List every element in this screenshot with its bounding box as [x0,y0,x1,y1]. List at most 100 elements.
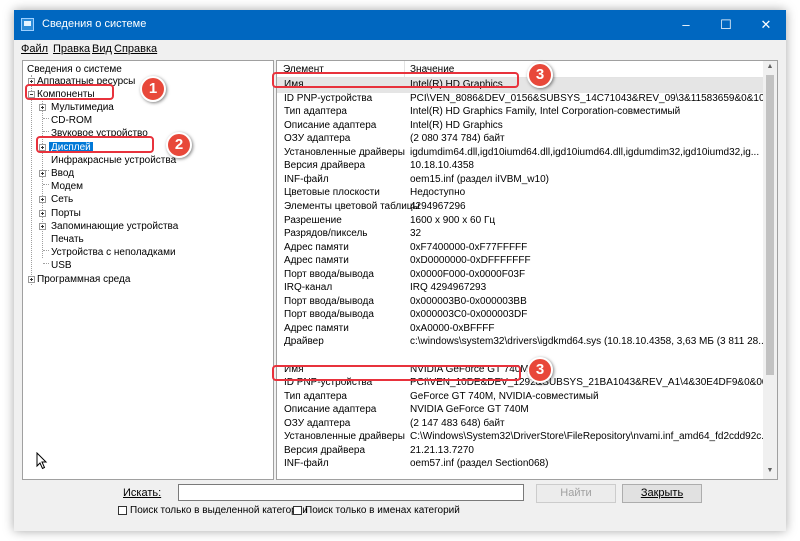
tree-item-ports[interactable]: Порты [51,208,81,219]
system-info-window: Сведения о системе – ☐ ✕ Файл Правка Вид… [14,10,786,531]
expand-icon[interactable] [39,210,46,217]
scroll-down-icon[interactable]: ▼ [763,467,777,474]
row-value-cell: 0xD0000000-0xDFFFFFFF [410,255,531,267]
row-element-cell: Версия драйвера [284,444,366,456]
expand-icon[interactable] [28,78,35,85]
maximize-button[interactable]: ☐ [706,10,746,40]
vertical-scrollbar[interactable]: ▲ ▼ [763,61,777,479]
row-value-cell: NVIDIA GeForce GT 740M [410,404,529,416]
table-row[interactable]: INF-файл oem57.inf (раздел Section068) [277,457,767,472]
tree-item-network[interactable]: Сеть [51,194,73,205]
menu-edit[interactable]: Правка [53,43,90,55]
row-element-cell: Версия драйвера [284,160,366,172]
row-element-cell: Имя [284,79,304,90]
search-input[interactable] [178,484,524,501]
find-button[interactable]: Найти [536,484,616,503]
only-names-checkbox[interactable] [293,506,302,515]
row-value-cell: PCI\VEN_10DE&DEV_1292&SUBSYS_21BA1043&RE… [410,377,778,389]
step-badge-3-nvidia: 3 [527,357,553,383]
tree-item-infrared[interactable]: Инфракрасные устройства [51,155,176,166]
row-value-cell: 0xF7400000-0xF77FFFFF [410,241,528,253]
menu-view[interactable]: Вид [92,43,112,55]
row-value-cell: GeForce GT 740M, NVIDIA-совместимый [410,390,599,402]
close-button[interactable]: ✕ [746,10,786,40]
expand-icon[interactable] [28,276,35,283]
row-element-cell: Разрядов/пиксель [284,228,368,240]
only-selected-checkbox[interactable] [118,506,127,515]
scroll-up-icon[interactable]: ▲ [763,63,777,70]
only-names-label: Поиск только в именах категорий [305,505,460,516]
row-element-cell: Драйвер [284,336,324,348]
tree-item-printing[interactable]: Печать [51,234,84,245]
tree-item-storage[interactable]: Запоминающие устройства [51,221,178,232]
row-value-cell: 32 [410,228,422,240]
row-value-cell: 0xA0000-0xBFFFF [410,322,495,334]
row-value-cell: c:\windows\system32\drivers\igdkmd64.sys… [410,336,767,348]
row-element-cell: Тип адаптера [284,390,347,402]
step-badge-1: 1 [140,76,166,102]
column-header-element[interactable]: Элемент [283,64,324,75]
tree-item-system-summary[interactable]: Сведения о системе [27,64,122,75]
row-element-cell: ОЗУ адаптера [284,133,351,145]
row-value-cell: NVIDIA GeForce GT 740M [410,363,529,375]
row-element-cell: Элементы цветовой таблицы [284,200,420,212]
expand-icon[interactable] [39,170,46,177]
tree-item-multimedia[interactable]: Мультимедиа [51,102,114,113]
row-value-cell: 1600 x 900 x 60 Гц [410,214,496,226]
details-list[interactable]: Элемент Значение Имя Intel(R) HD Graphics… [276,60,778,480]
column-separator[interactable] [404,61,405,77]
row-element-cell: Порт ввода/вывода [284,309,374,321]
tree-item-hardware-resources[interactable]: Аппаратные ресурсы [37,76,135,87]
column-header-value[interactable]: Значение [410,64,454,75]
menu-help[interactable]: Справка [114,43,157,55]
only-selected-label: Поиск только в выделенной категории [130,505,308,516]
row-value-cell: igdumdim64.dll,igd10iumd64.dll,igd10iumd… [410,146,760,158]
tree-item-display[interactable]: Дисплей [49,142,93,153]
row-element-cell: Описание адаптера [284,404,377,416]
category-tree[interactable]: Сведения о системе Аппаратные ресурсы Ко… [22,60,274,480]
system-info-icon [21,18,34,31]
menu-file[interactable]: Файл [21,43,48,55]
row-value-cell: 10.18.10.4358 [410,160,474,172]
row-value-cell: 0x000003C0-0x000003DF [410,309,528,321]
step-badge-2: 2 [166,132,192,158]
row-value-cell: IRQ 4294967293 [410,282,487,294]
step-badge-3-intel: 3 [527,62,553,88]
tree-item-input[interactable]: Ввод [51,168,74,179]
row-element-cell: ID PNP-устройства [284,377,373,389]
tree-item-components[interactable]: Компоненты [37,89,95,100]
close-dialog-button[interactable]: Закрыть [622,484,702,503]
tree-item-problem-devices[interactable]: Устройства с неполадками [51,247,176,258]
row-element-cell: ID PNP-устройства [284,92,373,104]
row-value-cell: 0x0000F000-0x0000F03F [410,268,526,280]
collapse-icon[interactable] [28,91,35,98]
tree-item-usb[interactable]: USB [51,260,72,271]
tree-line [31,75,32,285]
tree-line [43,263,49,264]
tree-item-cdrom[interactable]: CD-ROM [51,115,92,126]
expand-icon[interactable] [39,144,46,151]
expand-icon[interactable] [39,196,46,203]
tree-line [43,184,49,185]
row-value-cell: oem57.inf (раздел Section068) [410,458,549,470]
row-element-cell: Тип адаптера [284,106,347,118]
row-value-cell: Intel(R) HD Graphics [410,79,503,90]
row-element-cell: Установленные драйверы [284,431,405,443]
row-value-cell: 4294967296 [410,200,466,212]
scrollbar-thumb[interactable] [766,75,774,375]
tree-item-modem[interactable]: Модем [51,181,83,192]
minimize-button[interactable]: – [666,10,706,40]
row-value-cell: 21.21.13.7270 [410,444,474,456]
tree-item-sound-device[interactable]: Звуковое устройство [51,128,148,139]
row-element-cell: Описание адаптера [284,119,377,131]
row-element-cell: IRQ-канал [284,282,333,294]
expand-icon[interactable] [39,104,46,111]
tree-line [42,101,43,258]
row-element-cell: Порт ввода/вывода [284,295,374,307]
tree-item-software-environment[interactable]: Программная среда [37,274,130,285]
row-value-cell: C:\Windows\System32\DriverStore\FileRepo… [410,431,770,443]
expand-icon[interactable] [39,223,46,230]
menu-bar: Файл Правка Вид Справка [14,40,786,59]
title-bar[interactable]: Сведения о системе – ☐ ✕ [14,10,786,40]
row-element-cell: Адрес памяти [284,322,349,334]
